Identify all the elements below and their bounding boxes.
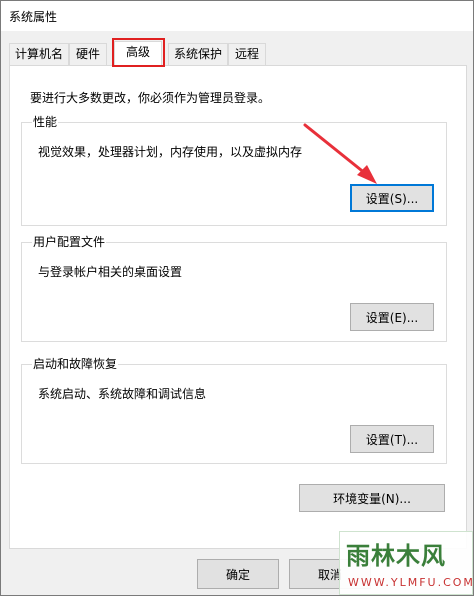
- tab-computer-name[interactable]: 计算机名: [9, 43, 69, 65]
- window-title: 系统属性: [9, 10, 58, 24]
- user-profiles-description: 与登录帐户相关的桌面设置: [38, 265, 183, 279]
- user-profiles-label: 用户配置文件: [32, 234, 107, 250]
- tab-hardware[interactable]: 硬件: [69, 43, 107, 65]
- ok-button[interactable]: 确定: [197, 559, 279, 589]
- admin-notice: 要进行大多数更改，你必须作为管理员登录。: [30, 91, 271, 105]
- user-profiles-settings-button[interactable]: 设置(E)...: [350, 303, 434, 331]
- tab-strip: 计算机名 硬件 高级 系统保护 远程: [9, 41, 467, 66]
- startup-recovery-group: 启动和故障恢复 系统启动、系统故障和调试信息 设置(T)...: [21, 356, 447, 464]
- watermark-url: WWW.YLMFU.COM: [348, 576, 474, 589]
- environment-variables-button[interactable]: 环境变量(N)...: [299, 484, 445, 512]
- tab-system-protection[interactable]: 系统保护: [168, 43, 228, 65]
- performance-description: 视觉效果，处理器计划，内存使用，以及虚拟内存: [38, 145, 303, 159]
- performance-label: 性能: [32, 114, 59, 130]
- performance-group: 性能 视觉效果，处理器计划，内存使用，以及虚拟内存 设置(S)...: [21, 114, 447, 226]
- startup-recovery-description: 系统启动、系统故障和调试信息: [38, 387, 207, 401]
- system-properties-dialog: 系统属性 计算机名 硬件 高级 系统保护 远程 要进行大多数更改，你必须作为管理…: [0, 0, 474, 596]
- user-profiles-group: 用户配置文件 与登录帐户相关的桌面设置 设置(E)...: [21, 234, 447, 342]
- watermark-logo-text: 雨林木风: [346, 542, 446, 570]
- performance-settings-button[interactable]: 设置(S)...: [350, 184, 434, 212]
- tab-advanced[interactable]: 高级: [114, 41, 162, 66]
- startup-recovery-label: 启动和故障恢复: [32, 356, 119, 372]
- advanced-tab-panel: 要进行大多数更改，你必须作为管理员登录。 性能 视觉效果，处理器计划，内存使用，…: [9, 65, 467, 549]
- site-watermark: 雨林木风 WWW.YLMFU.COM: [339, 531, 473, 595]
- title-bar[interactable]: 系统属性: [1, 1, 473, 31]
- tab-remote[interactable]: 远程: [228, 43, 266, 65]
- startup-recovery-settings-button[interactable]: 设置(T)...: [350, 425, 434, 453]
